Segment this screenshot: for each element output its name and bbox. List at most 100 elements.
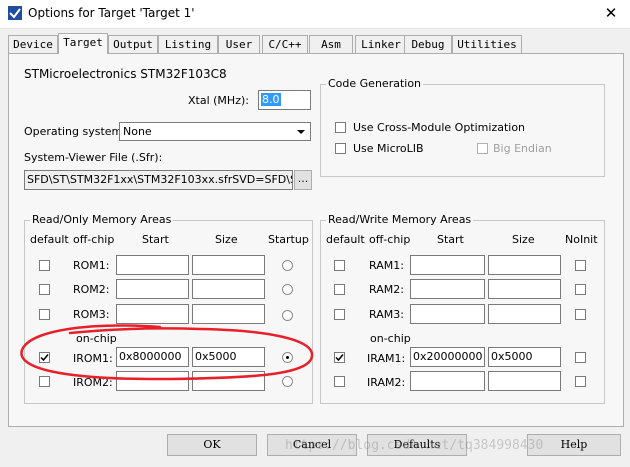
ram2-noinit-checkbox[interactable] — [575, 284, 586, 295]
tab-asm[interactable]: Asm — [309, 35, 353, 53]
rom-header-default: default — [30, 233, 69, 246]
irom1-default-checkbox[interactable] — [39, 352, 50, 363]
sfr-input[interactable]: SFD\ST\STM32F1xx\STM32F103xx.sfrSVD=SFD\… — [24, 170, 293, 190]
rom2-size-input[interactable] — [192, 279, 265, 299]
big-endian-checkbox[interactable] — [477, 143, 488, 154]
rom2-label: ROM2: — [73, 283, 110, 296]
ram1-label: RAM1: — [369, 259, 404, 272]
ram3-default-checkbox[interactable] — [334, 309, 345, 320]
microlib-label: Use MicroLIB — [353, 142, 424, 155]
ram3-start-input[interactable] — [410, 304, 485, 324]
ram2-label: RAM2: — [369, 283, 404, 296]
big-endian-label: Big Endian — [493, 142, 552, 155]
iram1-start-input[interactable]: 0x20000000 — [410, 347, 485, 367]
irom1-start-input[interactable]: 0x8000000 — [116, 347, 189, 367]
ram-title: Read/Write Memory Areas — [326, 213, 474, 226]
iram1-size-input[interactable]: 0x5000 — [488, 347, 561, 367]
ram-header-noinit: NoInit — [565, 233, 598, 246]
irom1-label: IROM1: — [73, 352, 113, 365]
rom-header-start: Start — [142, 233, 169, 246]
ram1-default-checkbox[interactable] — [334, 260, 345, 271]
iram2-label: IRAM2: — [367, 376, 406, 389]
os-select[interactable]: None — [119, 122, 311, 141]
rom-header-offchip: off-chip — [73, 233, 115, 246]
close-button[interactable]: ✕ — [596, 2, 626, 24]
ram-header-start: Start — [437, 233, 464, 246]
tab-utilities[interactable]: Utilities — [452, 35, 522, 53]
rom2-startup-radio[interactable] — [282, 284, 293, 295]
irom2-start-input[interactable] — [116, 371, 189, 391]
check-icon — [335, 354, 344, 362]
xtal-label: Xtal (MHz): — [188, 94, 249, 107]
tab-linker[interactable]: Linker — [355, 35, 407, 53]
tab-target[interactable]: Target — [58, 33, 108, 54]
tab-user[interactable]: User — [218, 35, 260, 53]
iram1-default-checkbox[interactable] — [334, 352, 345, 363]
ram1-noinit-checkbox[interactable] — [575, 260, 586, 271]
rom-header-size: Size — [215, 233, 238, 246]
irom2-startup-radio[interactable] — [282, 376, 293, 387]
title-bar: Options for Target 'Target 1' ✕ — [0, 0, 630, 29]
ram3-noinit-checkbox[interactable] — [575, 309, 586, 320]
irom1-startup-radio[interactable] — [282, 352, 293, 363]
iram2-default-checkbox[interactable] — [334, 376, 345, 387]
defaults-button[interactable]: Defaults — [367, 434, 467, 456]
code-generation-title: Code Generation — [326, 77, 424, 90]
ram1-start-input[interactable] — [410, 255, 485, 275]
iram2-size-input[interactable] — [488, 371, 561, 391]
ram-header-size: Size — [512, 233, 535, 246]
ram-header-default: default — [326, 233, 365, 246]
cross-module-label: Use Cross-Module Optimization — [353, 121, 526, 134]
check-icon — [40, 354, 49, 362]
xtal-value: 8.0 — [261, 93, 281, 106]
sfr-label: System-Viewer File (.Sfr): — [24, 151, 163, 164]
tab-debug[interactable]: Debug — [404, 35, 452, 53]
ram2-start-input[interactable] — [410, 279, 485, 299]
tab-output[interactable]: Output — [108, 35, 158, 53]
keil-icon — [8, 6, 22, 20]
close-icon: ✕ — [604, 4, 618, 22]
os-value: None — [123, 125, 152, 138]
irom2-default-checkbox[interactable] — [39, 376, 50, 387]
iram1-noinit-checkbox[interactable] — [575, 352, 586, 363]
microlib-checkbox[interactable] — [335, 143, 346, 154]
rom3-label: ROM3: — [73, 308, 110, 321]
ok-button[interactable]: OK — [167, 434, 257, 456]
ram3-size-input[interactable] — [488, 304, 561, 324]
irom2-label: IROM2: — [73, 376, 113, 389]
rom2-start-input[interactable] — [116, 279, 189, 299]
tab-device[interactable]: Device — [8, 35, 58, 53]
ram2-size-input[interactable] — [488, 279, 561, 299]
rom1-startup-radio[interactable] — [282, 260, 293, 271]
rom3-start-input[interactable] — [116, 304, 189, 324]
rom3-size-input[interactable] — [192, 304, 265, 324]
rom1-start-input[interactable] — [116, 255, 189, 275]
rom2-default-checkbox[interactable] — [39, 284, 50, 295]
sfr-browse-button[interactable]: ... — [294, 170, 312, 190]
cross-module-checkbox[interactable] — [335, 122, 346, 133]
cancel-button[interactable]: Cancel — [267, 434, 357, 456]
rom3-default-checkbox[interactable] — [39, 309, 50, 320]
irom2-size-input[interactable] — [192, 371, 265, 391]
tab-listing[interactable]: Listing — [158, 35, 218, 53]
rom1-default-checkbox[interactable] — [39, 260, 50, 271]
iram2-noinit-checkbox[interactable] — [575, 376, 586, 387]
chevron-down-icon — [297, 130, 305, 134]
ram1-size-input[interactable] — [488, 255, 561, 275]
ram-onchip-label: on-chip — [370, 332, 411, 345]
ram2-default-checkbox[interactable] — [334, 284, 345, 295]
irom1-size-input[interactable]: 0x5000 — [192, 347, 265, 367]
help-button[interactable]: Help — [527, 434, 621, 456]
radio-selected-dot — [286, 356, 289, 359]
rom-onchip-label: on-chip — [76, 332, 117, 345]
xtal-input[interactable]: 8.0 — [258, 90, 311, 110]
sfr-value: SFD\ST\STM32F1xx\STM32F103xx.sfrSVD=SFD\… — [27, 173, 293, 186]
iram2-start-input[interactable] — [410, 371, 485, 391]
window-title: Options for Target 'Target 1' — [28, 6, 195, 20]
iram1-label: IRAM1: — [367, 352, 406, 365]
rom1-size-input[interactable] — [192, 255, 265, 275]
tab-c-cpp[interactable]: C/C++ — [262, 35, 308, 53]
rom3-startup-radio[interactable] — [282, 310, 293, 321]
options-dialog: Options for Target 'Target 1' ✕ Device T… — [0, 0, 630, 467]
os-label: Operating system: — [24, 125, 126, 138]
